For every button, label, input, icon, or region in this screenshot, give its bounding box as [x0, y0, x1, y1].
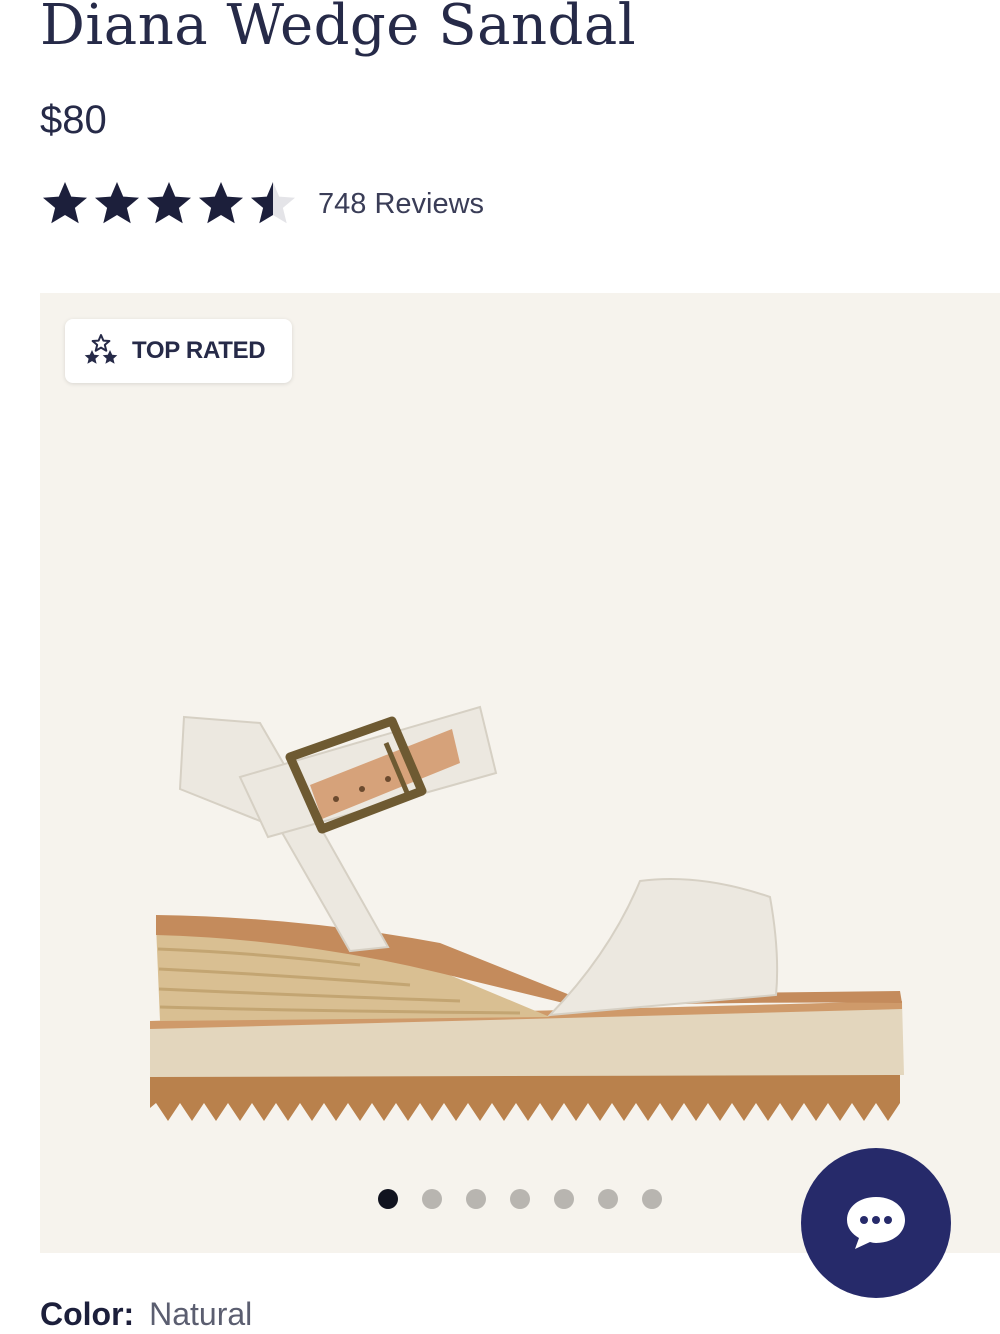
chat-bubble-icon	[844, 1193, 908, 1253]
gallery-pagination[interactable]	[378, 1189, 662, 1209]
pagination-dot-active[interactable]	[378, 1189, 398, 1209]
product-title: Diana Wedge Sandal	[40, 0, 637, 58]
color-label: Color:	[40, 1296, 135, 1332]
pagination-dot[interactable]	[598, 1189, 618, 1209]
pagination-dot[interactable]	[554, 1189, 574, 1209]
color-selection: Color: Natural	[40, 1294, 252, 1334]
three-stars-icon	[83, 333, 119, 369]
sandal-product-image	[150, 705, 904, 1121]
badge-label: TOP RATED	[132, 337, 266, 364]
color-value: Natural	[149, 1296, 253, 1332]
pagination-dot[interactable]	[510, 1189, 530, 1209]
star-icon	[251, 182, 295, 224]
star-rating	[40, 179, 298, 229]
star-icon	[199, 182, 243, 224]
product-image-gallery[interactable]: TOP RATED	[40, 293, 1000, 1253]
pagination-dot[interactable]	[642, 1189, 662, 1209]
rating-summary[interactable]: 748 Reviews	[40, 178, 484, 230]
reviews-link[interactable]: 748 Reviews	[318, 188, 484, 221]
product-price: $80	[40, 98, 107, 142]
chat-button[interactable]	[801, 1148, 951, 1298]
pagination-dot[interactable]	[466, 1189, 486, 1209]
star-icon	[43, 182, 87, 224]
star-icon	[95, 182, 139, 224]
top-rated-badge: TOP RATED	[65, 319, 292, 383]
star-icon	[147, 182, 191, 224]
pagination-dot[interactable]	[422, 1189, 442, 1209]
